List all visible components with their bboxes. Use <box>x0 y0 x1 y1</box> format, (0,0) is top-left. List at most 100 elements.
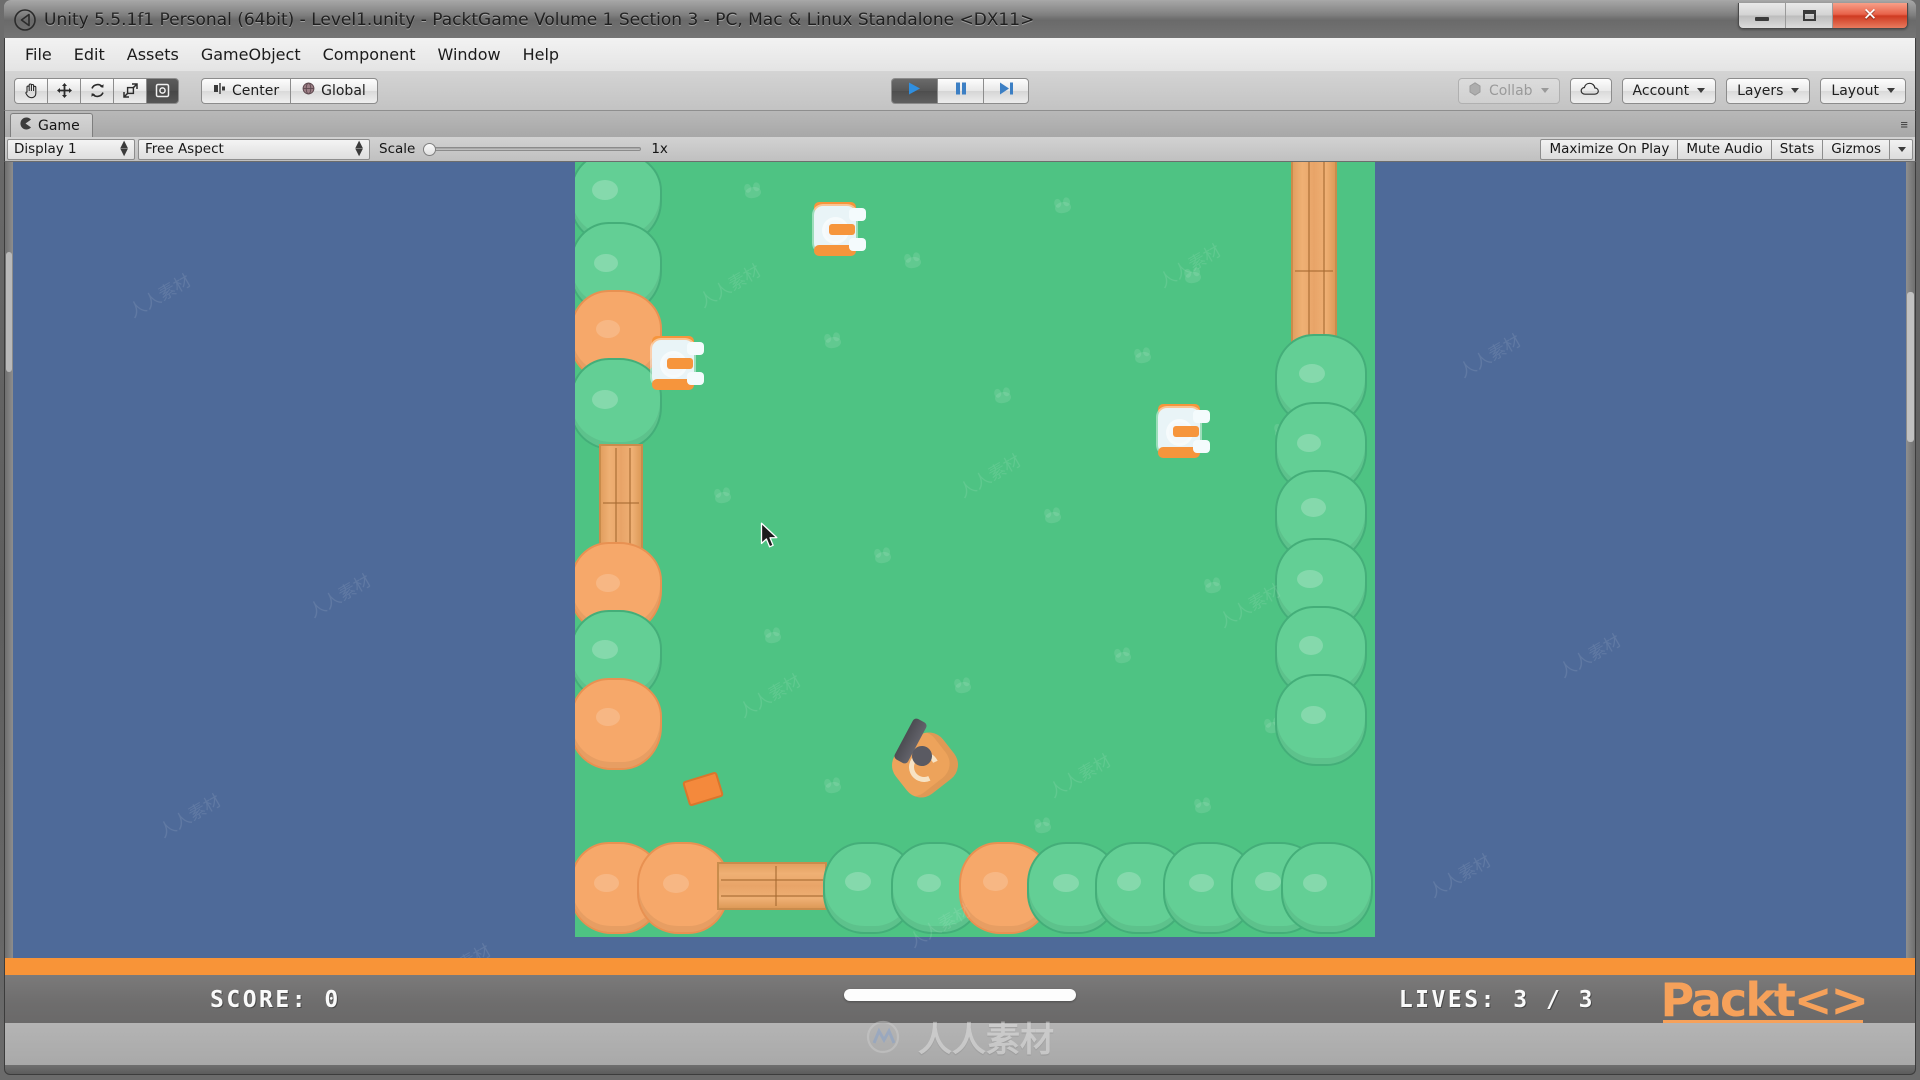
mute-audio-toggle[interactable]: Mute Audio <box>1677 138 1771 160</box>
grass-tuft <box>904 255 922 270</box>
updown-icon: ▲ ▼ <box>355 139 363 158</box>
rect-transform-icon <box>154 82 171 99</box>
gizmos-dropdown-button[interactable] <box>1889 138 1913 160</box>
scale-slider-knob[interactable] <box>423 142 437 156</box>
game-view[interactable]: 人人素材 人人素材 人人素材 人人素材 人人素材 人人素材 人人素材 人人素材 … <box>4 162 1916 1065</box>
grass-tuft <box>714 490 732 505</box>
bush-highlight <box>1053 874 1079 892</box>
tank-wheel <box>849 238 866 251</box>
fence-plank-line <box>721 895 823 897</box>
aspect-dropdown[interactable]: Free Aspect ▲ ▼ <box>138 138 370 160</box>
cloud-services-button[interactable] <box>1569 77 1612 104</box>
rotate-icon <box>89 82 106 99</box>
layout-button[interactable]: Layout <box>1820 77 1906 104</box>
chevron-down-icon <box>1898 146 1906 152</box>
menu-help[interactable]: Help <box>513 41 569 68</box>
window-title: Unity 5.5.1f1 Personal (64bit) - Level1.… <box>44 9 1035 30</box>
game-view-toolbar: Display 1 ▲ ▼ Free Aspect ▲ ▼ Scale 1x Max… <box>4 137 1916 162</box>
cloud-icon <box>1580 82 1602 100</box>
hud-accent-bar <box>5 958 1915 975</box>
maximize-on-play-toggle[interactable]: Maximize On Play <box>1540 138 1678 160</box>
game-view-right-scrollbar[interactable] <box>1906 162 1915 1065</box>
hand-tool-button[interactable] <box>14 77 47 104</box>
pause-button[interactable] <box>937 77 983 104</box>
watermark-tile: 人人素材 <box>1215 581 1285 633</box>
menu-edit[interactable]: Edit <box>64 41 115 68</box>
gizmos-toggle[interactable]: Gizmos <box>1822 138 1889 160</box>
scrollbar-thumb[interactable] <box>1907 292 1914 442</box>
minimize-icon <box>1755 17 1769 21</box>
rect-transform-tool-button[interactable] <box>146 77 179 104</box>
enemy-tank-right[interactable] <box>1149 402 1210 460</box>
tank-wheel <box>687 372 704 385</box>
tank-barrel <box>1173 426 1199 437</box>
pivot-mode-button[interactable]: Center <box>201 77 291 104</box>
title-bar: Unity 5.5.1f1 Personal (64bit) - Level1.… <box>4 0 1916 38</box>
scale-slider[interactable] <box>423 139 642 159</box>
packt-logo-text: Packt <box>1660 973 1796 1027</box>
enemy-tank-top[interactable] <box>805 200 866 258</box>
player-tank[interactable] <box>884 717 971 808</box>
display-dropdown[interactable]: Display 1 ▲ ▼ <box>7 138 135 160</box>
unity-logo-icon <box>14 8 36 31</box>
minimize-button[interactable] <box>1739 3 1786 28</box>
grass-tuft <box>1204 580 1222 595</box>
unity-editor-window: Unity 5.5.1f1 Personal (64bit) - Level1.… <box>0 0 1920 1080</box>
menu-assets[interactable]: Assets <box>117 41 189 68</box>
step-button[interactable] <box>983 77 1029 104</box>
tab-options-icon[interactable]: ≡ <box>1900 117 1909 132</box>
chevron-down-icon <box>1540 88 1549 93</box>
bush-highlight <box>1117 872 1141 891</box>
grass-tuft <box>824 780 842 795</box>
scrollbar-thumb[interactable] <box>6 252 12 372</box>
grass-tuft <box>1034 820 1052 835</box>
maximize-button[interactable] <box>1786 3 1833 28</box>
chevron-down-icon <box>1697 88 1706 93</box>
play-button[interactable] <box>891 77 937 104</box>
rotate-tool-button[interactable] <box>80 77 113 104</box>
bush-highlight <box>845 872 871 891</box>
game-view-left-scrollbar[interactable] <box>5 162 13 1065</box>
stats-toggle[interactable]: Stats <box>1770 138 1823 160</box>
tab-game-label: Game <box>38 117 80 134</box>
powerup-crate[interactable] <box>681 771 725 807</box>
layout-label: Layout <box>1831 82 1879 99</box>
tank-wheel <box>849 208 866 221</box>
chevron-down-icon <box>1887 88 1895 93</box>
fence-plank-line <box>1323 162 1325 338</box>
watermark-tile: 人人素材 <box>1155 241 1225 293</box>
packt-logo-mark: <> <box>1793 973 1869 1027</box>
enemy-tank-left[interactable] <box>643 334 704 392</box>
move-tool-button[interactable] <box>47 77 80 104</box>
account-button[interactable]: Account <box>1621 77 1717 104</box>
fence-plank-line <box>1295 270 1333 272</box>
move-arrows-icon <box>56 82 73 99</box>
playback-controls <box>891 77 1029 104</box>
handle-rotation-button[interactable]: Global <box>290 77 378 104</box>
hand-icon <box>23 82 40 99</box>
menu-window[interactable]: Window <box>427 41 510 68</box>
menu-component[interactable]: Component <box>313 41 426 68</box>
collab-button[interactable]: Collab <box>1457 77 1560 104</box>
menu-file[interactable]: File <box>15 41 62 68</box>
pivot-center-icon <box>213 82 226 99</box>
tank-barrel <box>667 358 693 369</box>
menu-gameobject[interactable]: GameObject <box>191 41 311 68</box>
grass-tuft <box>954 680 972 695</box>
collab-label: Collab <box>1488 82 1533 99</box>
tank-wheel <box>1193 440 1210 453</box>
watermark-tile: 人人素材 <box>735 671 805 723</box>
bush-highlight <box>1189 874 1214 892</box>
bush-orange <box>575 678 662 770</box>
score-display: SCORE: 0 <box>210 987 341 1013</box>
menu-bar: File Edit Assets GameObject Component Wi… <box>4 38 1916 71</box>
maximize-icon <box>1802 10 1816 21</box>
close-button[interactable]: ✕ <box>1833 3 1907 28</box>
scale-tool-button[interactable] <box>113 77 146 104</box>
layers-button[interactable]: Layers <box>1726 77 1811 104</box>
watermark-tile: 人人素材 <box>155 791 225 843</box>
fence-vertical <box>1291 162 1337 342</box>
tab-game[interactable]: Game <box>10 113 93 137</box>
watermark-tile: 人人素材 <box>695 261 765 313</box>
bush-highlight <box>594 254 618 272</box>
